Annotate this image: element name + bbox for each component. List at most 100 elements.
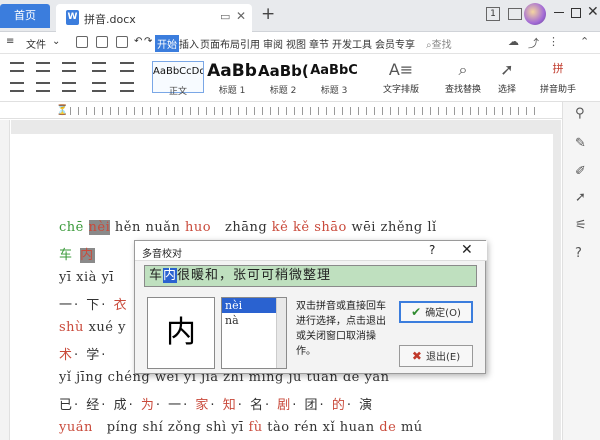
- style-heading-1[interactable]: AaBb 标题 1: [207, 61, 257, 96]
- menu-chapter[interactable]: 章节: [309, 36, 329, 51]
- share-icon[interactable]: ⤴: [528, 35, 539, 51]
- vertical-ruler: [0, 120, 10, 440]
- selected-char: 内: [163, 268, 178, 283]
- close-window-icon[interactable]: ✕: [587, 4, 599, 20]
- right-sidebar: ⚲ ✎ ✐ ➚ ⚟ ?: [562, 102, 600, 440]
- indent-icon[interactable]: [62, 62, 76, 72]
- outdent-icon[interactable]: [92, 62, 106, 72]
- tab-home[interactable]: 首页: [0, 4, 50, 28]
- pinyin-line-2: yī xià yī: [59, 270, 115, 285]
- workspace-badge[interactable]: 1: [486, 7, 500, 21]
- text-layout-button[interactable]: A≡ 文字排版: [378, 60, 424, 95]
- align-left-icon[interactable]: [10, 82, 24, 92]
- menu-file[interactable]: 文件: [26, 36, 46, 51]
- sentence-field[interactable]: 车内很暖和，张可可稍微整理: [144, 265, 477, 287]
- style-heading-3[interactable]: AaBbC 标题 3: [309, 61, 359, 96]
- cross-icon: ✖: [411, 349, 422, 363]
- style-sample: AaBb: [207, 61, 257, 81]
- export-icon[interactable]: [96, 36, 108, 48]
- help-button[interactable]: ?: [429, 243, 435, 257]
- menu-home[interactable]: 开始: [155, 35, 179, 52]
- menu-bar: ≡ 文件 ⌄ ↶ ↷ 开始 插入 页面布局 引用 审阅 视图 章节 开发工具 会…: [0, 32, 600, 54]
- dialog-title: 多音校对: [142, 249, 182, 260]
- hanzi-line-1: 车 内: [59, 248, 96, 263]
- borders-icon[interactable]: [120, 82, 134, 92]
- line-spacing-icon[interactable]: [62, 82, 76, 92]
- cloud-icon[interactable]: ☁: [508, 35, 519, 48]
- style-label: 标题 2: [269, 86, 297, 96]
- writer-doc-icon: W: [66, 10, 79, 25]
- menu-review[interactable]: 审阅: [263, 36, 283, 51]
- pinyin-options-list[interactable]: nèi nà: [221, 297, 287, 369]
- filter-icon[interactable]: ⚲: [575, 106, 585, 121]
- wps-window: 首页 W 拼音.docx ▭ ✕ + 1 ✕ ≡ 文件 ⌄ ↶ ↷ 开始 插入 …: [0, 0, 600, 440]
- menu-page-layout[interactable]: 页面布局: [200, 36, 240, 51]
- hamburger-icon[interactable]: ≡: [6, 36, 14, 47]
- paint-icon[interactable]: ✎: [575, 136, 586, 151]
- tab-document[interactable]: W 拼音.docx ▭ ✕: [56, 4, 252, 32]
- search-box[interactable]: ⌕查找: [426, 36, 452, 51]
- shading-icon[interactable]: [92, 82, 106, 92]
- popout-icon[interactable]: ▭: [220, 10, 230, 23]
- pinyin-helper-button[interactable]: 拼 拼音助手: [534, 60, 582, 95]
- pinyin-line-3: shù xué y: [59, 320, 126, 335]
- minimize-icon[interactable]: [554, 12, 564, 13]
- horizontal-ruler[interactable]: ⏳: [0, 103, 562, 119]
- indent-marker-icon[interactable]: ⏳: [56, 105, 68, 116]
- pen-icon[interactable]: ✐: [575, 164, 586, 179]
- list-scrollbar[interactable]: [276, 298, 286, 368]
- style-sample: AaBb(: [258, 62, 308, 80]
- ok-button[interactable]: ✔ 确定(O): [399, 301, 473, 323]
- exit-button[interactable]: ✖ 退出(E): [399, 345, 473, 367]
- pinyin-line-1: chē nèi hěn nuǎn huo zhāng kě kě shāo wē…: [59, 220, 437, 235]
- numbering-icon[interactable]: [36, 62, 50, 72]
- menu-insert[interactable]: 插入: [179, 36, 199, 51]
- style-sample: AaBbC: [310, 63, 358, 78]
- bullets-icon[interactable]: [10, 62, 24, 72]
- text-layout-icon: A≡: [388, 60, 414, 79]
- polyphone-dialog: 多音校对 ? ✕ 车内很暖和，张可可稍微整理 内 nèi nà 双击拼音或直接回…: [134, 240, 487, 374]
- cursor-icon: ➚: [500, 60, 514, 79]
- current-char-preview: 内: [147, 297, 215, 369]
- layout-icon[interactable]: [508, 8, 522, 20]
- hanzi-line-3: 术· 学·: [59, 348, 108, 363]
- print-icon[interactable]: [116, 36, 128, 48]
- window-controls: 1 ✕: [470, 0, 600, 32]
- title-bar: 首页 W 拼音.docx ▭ ✕ + 1 ✕: [0, 0, 600, 32]
- style-sample: AaBbCcDd: [153, 66, 203, 77]
- style-heading-2[interactable]: AaBb( 标题 2: [258, 61, 308, 96]
- check-icon: ✔: [411, 305, 422, 319]
- new-tab-button[interactable]: +: [261, 4, 275, 24]
- sort-icon[interactable]: [120, 62, 134, 72]
- dialog-close-icon[interactable]: ✕: [461, 242, 473, 258]
- collapse-ribbon-icon[interactable]: ⌃: [580, 35, 589, 48]
- undo-icon[interactable]: ↶: [134, 36, 142, 47]
- more-icon[interactable]: ⋮: [548, 35, 559, 48]
- style-label: 标题 1: [218, 86, 246, 96]
- chevron-down-icon[interactable]: ⌄: [52, 36, 60, 47]
- menu-developer[interactable]: 开发工具: [332, 36, 372, 51]
- settings-sliders-icon[interactable]: ⚟: [575, 218, 587, 233]
- redo-icon[interactable]: ↷: [144, 36, 152, 47]
- maximize-icon[interactable]: [571, 8, 581, 18]
- menu-references[interactable]: 引用: [240, 36, 260, 51]
- magnifier-icon: ⌕: [458, 60, 468, 79]
- close-tab-icon[interactable]: ✕: [236, 9, 246, 23]
- select-button[interactable]: ➚ 选择: [492, 60, 522, 95]
- ribbon: AaBbCcDd 正文 AaBb 标题 1 AaBb( 标题 2 AaBbC 标…: [0, 54, 600, 102]
- document-tab-title: 拼音.docx: [84, 13, 136, 26]
- pinyin-icon: 拼: [552, 62, 564, 75]
- save-icon[interactable]: [76, 36, 88, 48]
- align-center-icon[interactable]: [36, 82, 50, 92]
- style-normal[interactable]: AaBbCcDd 正文: [152, 61, 204, 97]
- find-replace-button[interactable]: ⌕ 查找替换: [440, 60, 486, 95]
- menu-view[interactable]: 视图: [286, 36, 306, 51]
- instruction-text: 双击拼音或直接回车进行选择，点击退出或关闭窗口取消操作。: [296, 301, 386, 357]
- menu-member[interactable]: 会员专享: [375, 36, 415, 51]
- help-icon[interactable]: ?: [575, 246, 582, 261]
- avatar[interactable]: [524, 3, 546, 25]
- hanzi-line-2: 一· 下· 衣: [59, 298, 129, 313]
- pointer-icon[interactable]: ➚: [575, 190, 586, 205]
- pinyin-line-5: yuán píng shí zǒng shì yī fù tào rén xǐ …: [59, 420, 423, 435]
- style-label: 正文: [168, 87, 187, 97]
